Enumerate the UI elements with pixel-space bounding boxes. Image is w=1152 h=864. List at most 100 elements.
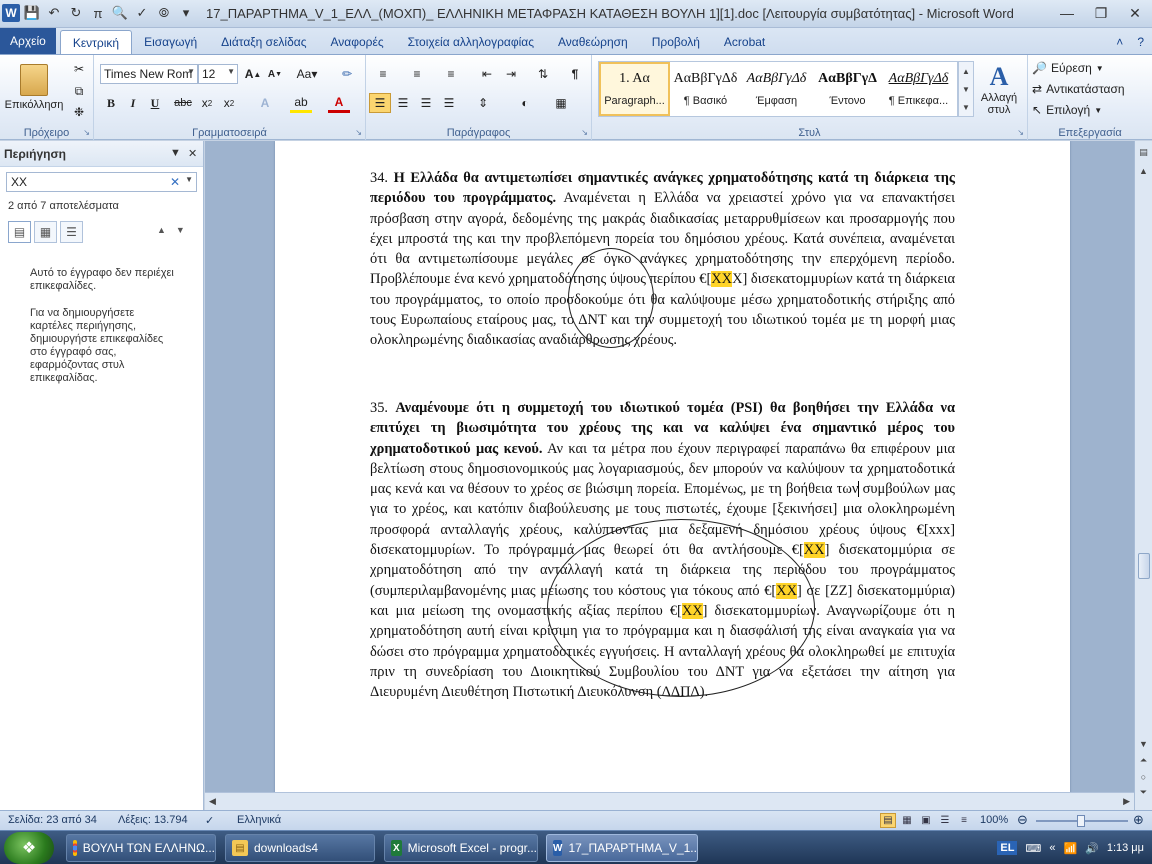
- save-icon[interactable]: 💾: [22, 3, 42, 23]
- clipboard-launcher-icon[interactable]: ↘: [83, 128, 90, 137]
- scroll-thumb[interactable]: [1138, 553, 1150, 579]
- select-browse-object-icon[interactable]: ○: [1136, 769, 1151, 784]
- document-page[interactable]: 34. Η Ελλάδα θα αντιμετωπίσει σημαντικές…: [275, 141, 1070, 792]
- headings-view-icon[interactable]: ▤: [8, 221, 31, 243]
- tab-references[interactable]: Αναφορές: [319, 30, 396, 54]
- network-icon[interactable]: 📶: [1063, 842, 1077, 855]
- font-launcher-icon[interactable]: ↘: [355, 128, 362, 137]
- select-button[interactable]: ↖ Επιλογή ▼: [1032, 100, 1102, 120]
- align-center-icon[interactable]: ☰: [392, 93, 414, 113]
- full-screen-reading-icon[interactable]: ▦: [899, 813, 915, 828]
- paste-button[interactable]: Επικόλληση: [5, 59, 63, 115]
- next-page-icon[interactable]: ⏷: [1136, 785, 1151, 800]
- borders-icon[interactable]: ▦: [550, 93, 572, 113]
- start-button[interactable]: ❖: [4, 832, 54, 864]
- input-language-indicator[interactable]: EL: [997, 841, 1018, 855]
- line-spacing-icon[interactable]: ⇕: [472, 93, 494, 113]
- volume-icon[interactable]: 🔊: [1085, 842, 1099, 855]
- increase-indent-icon[interactable]: ⇥: [500, 64, 522, 84]
- text-effects-icon[interactable]: A: [254, 93, 276, 113]
- maximize-icon[interactable]: ❐: [1084, 0, 1118, 26]
- help-icon[interactable]: ?: [1129, 30, 1152, 54]
- results-view-icon[interactable]: ☰: [60, 221, 83, 243]
- find-button[interactable]: 🔎 Εύρεση ▼: [1032, 58, 1104, 78]
- web-layout-icon[interactable]: ▣: [918, 813, 934, 828]
- tab-review[interactable]: Αναθεώρηση: [546, 30, 640, 54]
- customize-qat-icon[interactable]: ▾: [176, 3, 196, 23]
- close-pane-icon[interactable]: ✕: [188, 147, 197, 160]
- font-color-icon[interactable]: A: [328, 93, 350, 113]
- change-styles-button[interactable]: A Αλλαγή στυλ: [976, 59, 1022, 119]
- style-paragraph[interactable]: 1. Αα Paragraph...: [599, 62, 670, 116]
- scroll-up-icon[interactable]: ▲: [1136, 163, 1151, 178]
- paragraph-34[interactable]: 34. Η Ελλάδα θα αντιμετωπίσει σημαντικές…: [370, 168, 955, 351]
- ribbon-minimize-icon[interactable]: ˄: [1110, 30, 1129, 54]
- spelling-icon[interactable]: ✓: [132, 3, 152, 23]
- chevron-up-icon[interactable]: ▲: [962, 67, 970, 76]
- clear-search-icon[interactable]: ✕: [170, 175, 180, 189]
- clear-formatting-icon[interactable]: ✏: [336, 64, 358, 84]
- zoom-out-icon[interactable]: ⊖: [1017, 812, 1028, 828]
- close-icon[interactable]: ✕: [1118, 0, 1152, 26]
- pages-view-icon[interactable]: ▦: [34, 221, 57, 243]
- scroll-left-icon[interactable]: ◀: [209, 796, 216, 807]
- tab-file[interactable]: Αρχείο: [0, 28, 56, 54]
- horizontal-scrollbar[interactable]: ◀ ▶: [205, 792, 1134, 810]
- search-document-input[interactable]: XX ✕ ▼: [6, 172, 197, 192]
- multilevel-list-icon[interactable]: ≡: [440, 64, 462, 84]
- chevron-down-icon[interactable]: ▼: [962, 85, 970, 94]
- scroll-right-icon[interactable]: ▶: [1123, 796, 1130, 807]
- align-right-icon[interactable]: ☰: [415, 93, 437, 113]
- search-options-icon[interactable]: ▼: [185, 175, 193, 184]
- style-normal[interactable]: ΑαΒβΓγΔδ ¶ Βασικό: [670, 62, 741, 116]
- sort-icon[interactable]: ⇅: [532, 64, 554, 84]
- italic-icon[interactable]: I: [122, 93, 144, 113]
- clock[interactable]: 1:13 μμ: [1107, 842, 1144, 854]
- paragraph-launcher-icon[interactable]: ↘: [581, 128, 588, 137]
- font-name-combo[interactable]: Times New Rom ▼: [100, 64, 198, 84]
- styles-launcher-icon[interactable]: ↘: [1017, 128, 1024, 137]
- replace-button[interactable]: ⇄ Αντικατάσταση: [1032, 79, 1125, 99]
- shrink-font-icon[interactable]: A ▼: [264, 64, 286, 84]
- draft-view-icon[interactable]: ≡: [956, 813, 972, 828]
- justify-icon[interactable]: ☰: [438, 93, 460, 113]
- taskbar-item-downloads[interactable]: ▤ downloads4: [225, 834, 375, 862]
- show-hidden-icons[interactable]: «: [1049, 842, 1055, 854]
- underline-icon[interactable]: U: [144, 93, 166, 113]
- format-painter-qat-icon[interactable]: ⦾: [154, 3, 174, 23]
- print-preview-icon[interactable]: 🔍: [110, 3, 130, 23]
- bullets-icon[interactable]: ≡: [372, 64, 394, 84]
- subscript-icon[interactable]: x2: [196, 93, 218, 113]
- vertical-scrollbar[interactable]: ▤ ▲ ▼ ⏶ ○ ⏷: [1134, 141, 1152, 810]
- outline-view-icon[interactable]: ☰: [937, 813, 953, 828]
- cut-icon[interactable]: ✂: [68, 59, 90, 79]
- font-size-combo[interactable]: 12 ▼: [198, 64, 238, 84]
- print-layout-icon[interactable]: ▤: [880, 813, 896, 828]
- change-case-icon[interactable]: Aa▾: [296, 64, 318, 84]
- language-indicator[interactable]: Ελληνικά: [237, 814, 281, 826]
- show-formatting-icon[interactable]: ¶: [564, 64, 586, 84]
- taskbar-item-word[interactable]: W 17_ΠΑΡΑΡΤΗΜΑ_V_1...: [546, 834, 698, 862]
- proofing-icon[interactable]: ✓: [205, 814, 214, 827]
- undo-icon[interactable]: ↶: [44, 3, 64, 23]
- tab-view[interactable]: Προβολή: [640, 30, 712, 54]
- tab-home[interactable]: Κεντρική: [59, 30, 133, 54]
- numbering-icon[interactable]: ≡: [406, 64, 428, 84]
- word-app-icon[interactable]: W: [2, 4, 20, 22]
- copy-icon[interactable]: ⧉: [68, 81, 90, 101]
- taskbar-item-excel[interactable]: X Microsoft Excel - progr...: [384, 834, 538, 862]
- page-count[interactable]: Σελίδα: 23 από 34: [8, 814, 97, 826]
- shading-icon[interactable]: ◐: [514, 93, 536, 113]
- style-strong[interactable]: ΑαΒβΓγΔ Έντονο: [812, 62, 883, 116]
- superscript-icon[interactable]: x2: [218, 93, 240, 113]
- zoom-in-icon[interactable]: ⊕: [1133, 812, 1144, 828]
- align-left-icon[interactable]: ☰: [369, 93, 391, 113]
- paragraph-35[interactable]: 35. Αναμένουμε ότι η συμμετοχή του ιδιωτ…: [370, 398, 955, 702]
- previous-page-icon[interactable]: ⏶: [1136, 753, 1151, 768]
- highlight-icon[interactable]: ab: [290, 93, 312, 113]
- ruler-toggle-icon[interactable]: ▤: [1136, 145, 1151, 160]
- pane-options-icon[interactable]: ▼: [170, 147, 181, 159]
- previous-result-icon[interactable]: ▲: [157, 225, 166, 235]
- style-emphasis[interactable]: ΑαΒβΓγΔδ Έμφαση: [741, 62, 812, 116]
- document-area[interactable]: 34. Η Ελλάδα θα αντιμετωπίσει σημαντικές…: [205, 141, 1134, 792]
